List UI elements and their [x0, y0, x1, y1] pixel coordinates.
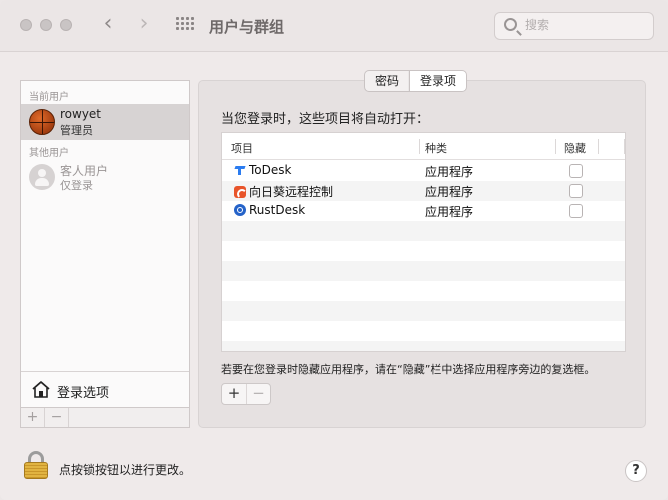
lock-hint-text: 点按锁按钮以进行更改。	[59, 463, 192, 477]
remove-user-button[interactable]: −	[45, 408, 69, 427]
item-name: ToDesk	[249, 163, 292, 177]
window-title: 用户与群组	[209, 18, 285, 36]
table-row[interactable]: RustDesk 应用程序	[222, 201, 625, 221]
back-arrow-icon[interactable]: ‹	[98, 13, 118, 36]
search-input[interactable]	[525, 18, 645, 32]
remove-login-item-button[interactable]: −	[246, 384, 270, 404]
user-name: rowyet	[60, 107, 102, 121]
login-items-intro: 当您登录时，这些项目将自动打开：	[221, 112, 430, 127]
other-users-label: 其他用户	[29, 148, 69, 159]
item-kind: 应用程序	[425, 185, 474, 199]
item-name-cell: ToDesk	[234, 163, 291, 177]
sunlogin-icon	[234, 185, 247, 199]
user-list-panel: 当前用户 rowyet 管理员 其他用户 客人用户 仅登录 登录选项 + −	[20, 80, 190, 428]
rustdesk-icon	[234, 204, 246, 216]
table-row[interactable]: 向日葵远程控制 应用程序	[222, 181, 625, 201]
column-separator	[555, 139, 556, 154]
item-name: 向日葵远程控制	[249, 185, 334, 199]
empty-row	[222, 241, 625, 261]
minimize-button[interactable]	[40, 19, 52, 31]
empty-row	[222, 301, 625, 321]
column-separator	[419, 139, 420, 154]
column-kind[interactable]: 种类	[425, 140, 447, 156]
column-separator	[624, 139, 625, 154]
add-user-button[interactable]: +	[21, 408, 45, 427]
show-all-grid-icon[interactable]	[176, 17, 194, 33]
close-button[interactable]	[20, 19, 32, 31]
empty-row	[222, 281, 625, 301]
empty-row	[222, 221, 625, 241]
item-kind: 应用程序	[425, 205, 474, 219]
table-row[interactable]: ToDesk 应用程序	[222, 161, 625, 181]
hide-checkbox[interactable]	[569, 184, 583, 198]
todesk-icon	[234, 164, 246, 176]
user-row-current[interactable]: rowyet 管理员	[21, 104, 189, 140]
title-bar: ‹ › 用户与群组	[0, 0, 668, 52]
basketball-avatar-icon	[29, 109, 55, 135]
search-box[interactable]	[494, 12, 654, 40]
empty-row	[222, 321, 625, 341]
tab-login-items[interactable]: 登录项	[409, 71, 467, 91]
guest-role: 仅登录	[60, 179, 93, 192]
column-item[interactable]: 项目	[231, 140, 253, 156]
search-icon	[504, 18, 517, 31]
user-list-toolbar: + −	[21, 407, 189, 427]
user-role: 管理员	[60, 124, 93, 137]
hide-hint-text: 若要在您登录时隐藏应用程序，请在“隐藏”栏中选择应用程序旁边的复选框。	[221, 363, 596, 376]
column-separator	[598, 139, 599, 154]
login-options-label: 登录选项	[57, 386, 110, 401]
item-name-cell: RustDesk	[234, 203, 305, 217]
empty-row	[222, 261, 625, 281]
house-icon	[32, 381, 50, 398]
table-header: 项目 种类 隐藏	[222, 133, 625, 160]
hide-checkbox[interactable]	[569, 204, 583, 218]
hide-checkbox[interactable]	[569, 164, 583, 178]
item-kind: 应用程序	[425, 165, 474, 179]
tab-bar: 密码 登录项	[364, 70, 468, 92]
window: ‹ › 用户与群组 当前用户 rowyet 管理员 其他用户 客人用户 仅登录	[0, 0, 668, 500]
add-login-item-button[interactable]: +	[222, 384, 246, 404]
lock-icon[interactable]	[24, 451, 48, 479]
maximize-button[interactable]	[60, 19, 72, 31]
current-users-label: 当前用户	[29, 92, 69, 103]
user-row-guest[interactable]: 客人用户 仅登录	[21, 159, 189, 195]
add-remove-group: + −	[221, 383, 271, 405]
help-button[interactable]: ?	[625, 460, 647, 482]
column-hide[interactable]: 隐藏	[564, 140, 586, 156]
item-name-cell: 向日葵远程控制	[234, 183, 333, 200]
forward-arrow-icon[interactable]: ›	[134, 13, 154, 36]
login-options-item[interactable]: 登录选项	[21, 371, 189, 407]
empty-row	[222, 341, 625, 351]
login-items-table[interactable]: 项目 种类 隐藏 ToDesk 应用程序 向日葵远程控制 应用程序 RustDe…	[221, 132, 626, 352]
item-name: RustDesk	[249, 203, 306, 217]
guest-avatar-icon	[29, 164, 55, 190]
tab-password[interactable]: 密码	[365, 71, 409, 91]
